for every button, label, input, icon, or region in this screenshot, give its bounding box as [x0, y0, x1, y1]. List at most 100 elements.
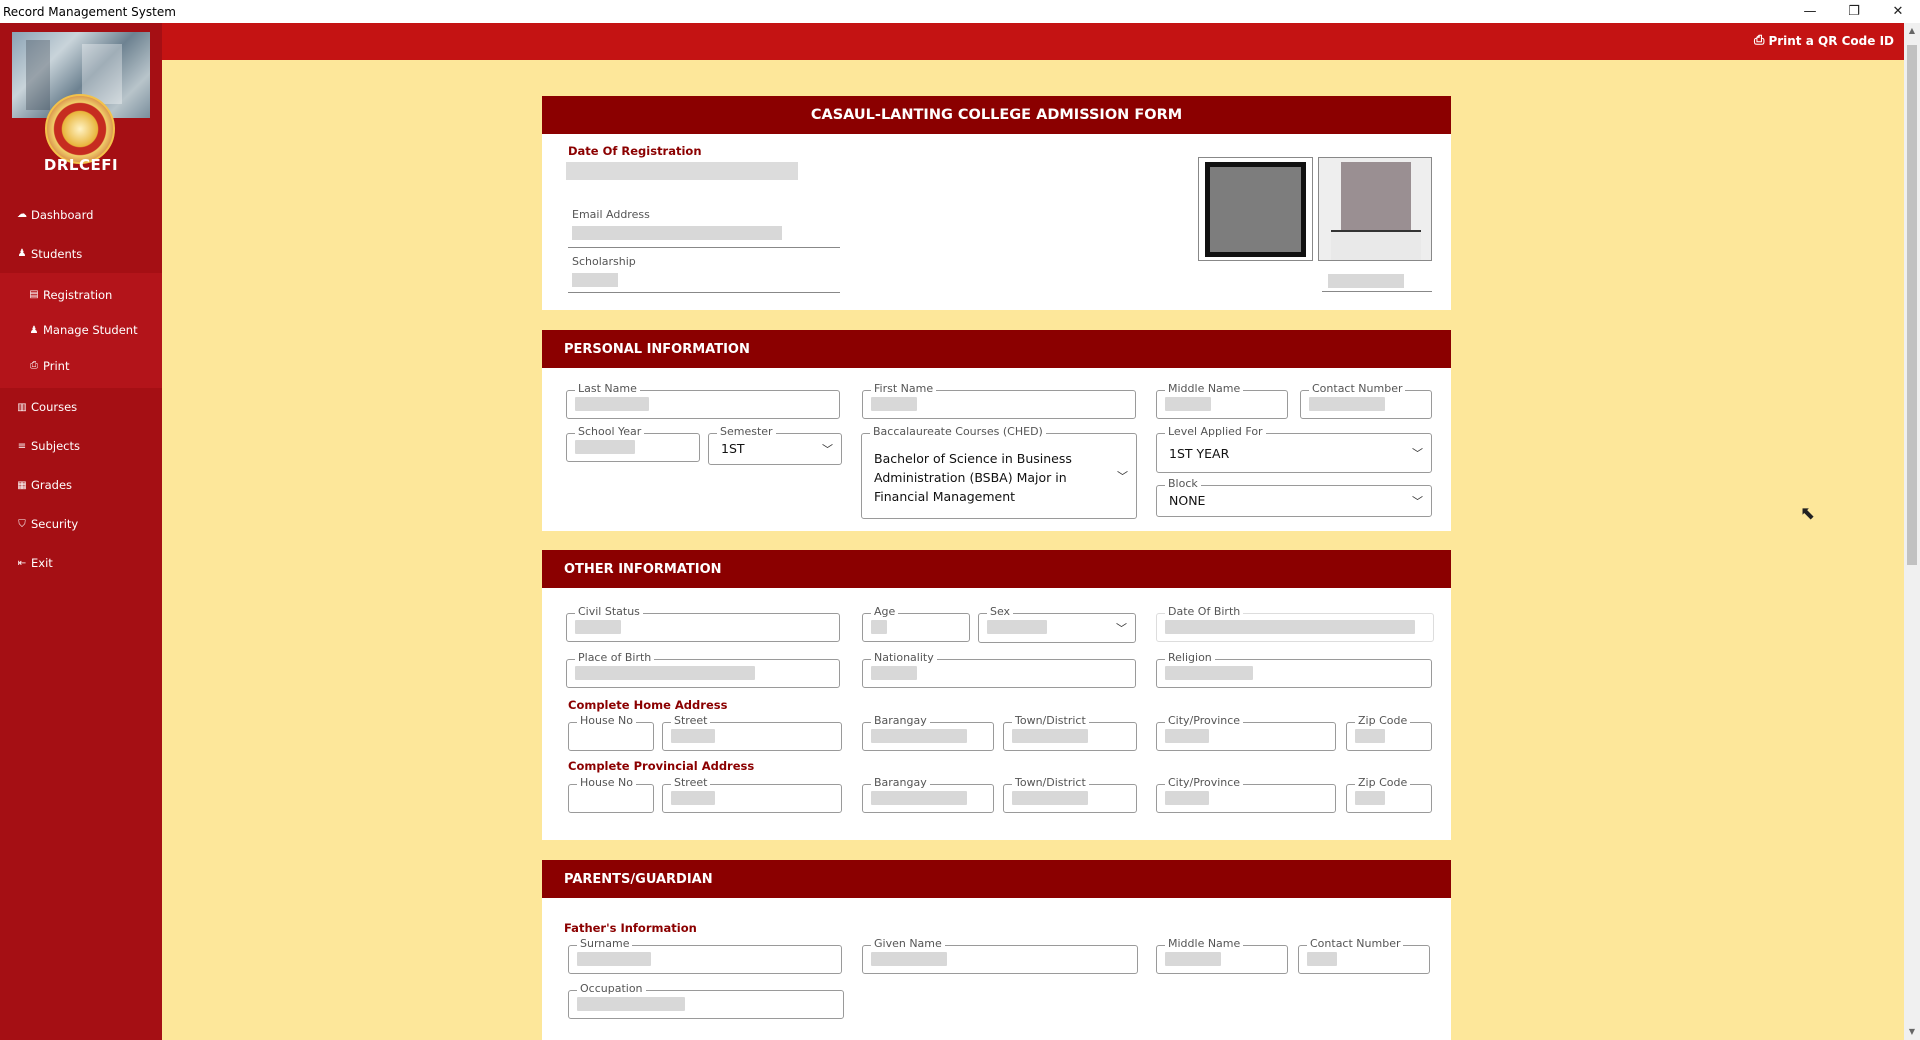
minimize-icon[interactable]: — — [1788, 0, 1832, 23]
home-house-no-input[interactable]: House No — [568, 714, 654, 751]
exit-icon: ⇤ — [17, 557, 27, 569]
sidebar-item-label: Subjects — [31, 439, 80, 453]
sex-select[interactable]: Sex ﹀ — [978, 605, 1136, 643]
home-barangay-input[interactable]: Barangay — [862, 714, 994, 751]
middle-name-input[interactable]: Middle Name — [1156, 382, 1288, 419]
personal-information-card: PERSONAL INFORMATION Last Name First Nam… — [542, 330, 1451, 531]
home-street-input[interactable]: Street — [662, 714, 842, 751]
scroll-up-icon[interactable]: ▲ — [1904, 23, 1920, 39]
chevron-down-icon: ﹀ — [1117, 470, 1128, 483]
father-contact-number-input[interactable]: Contact Number — [1298, 937, 1430, 974]
sidebar-item-label: Exit — [31, 556, 53, 570]
age-input[interactable]: Age — [862, 605, 970, 642]
qr-code-image — [1198, 157, 1313, 261]
father-occupation-input[interactable]: Occupation — [568, 982, 844, 1019]
home-city-input[interactable]: City/Province — [1156, 714, 1336, 751]
other-information-card: OTHER INFORMATION Civil Status Age Sex ﹀… — [542, 550, 1451, 840]
top-bar: ⎙ Print a QR Code ID — [162, 23, 1904, 60]
shield-icon: ⛉ — [18, 518, 26, 530]
sidebar-item-print[interactable]: ⎙ Print — [0, 348, 162, 384]
scholarship-field[interactable]: Scholarship — [568, 255, 840, 293]
book-icon: ▥ — [17, 401, 27, 413]
sidebar: DRLCEFI ☁ Dashboard ♟ Students ▤ Registr… — [0, 23, 162, 1040]
scroll-down-icon[interactable]: ▼ — [1904, 1024, 1920, 1040]
section-heading: PERSONAL INFORMATION — [542, 330, 1451, 368]
sidebar-item-students[interactable]: ♟ Students — [0, 234, 162, 273]
father-info-label: Father's Information — [564, 921, 697, 935]
father-middle-name-input[interactable]: Middle Name — [1156, 937, 1288, 974]
sidebar-item-exit[interactable]: ⇤ Exit — [0, 544, 162, 583]
last-name-input[interactable]: Last Name — [566, 382, 840, 419]
print-qr-label: Print a QR Code ID — [1768, 33, 1894, 48]
chevron-down-icon: ﹀ — [1412, 495, 1423, 508]
civil-status-input[interactable]: Civil Status — [566, 605, 840, 642]
father-given-name-input[interactable]: Given Name — [862, 937, 1138, 974]
religion-input[interactable]: Religion — [1156, 651, 1432, 688]
provincial-address-label: Complete Provincial Address — [568, 759, 755, 773]
course-select[interactable]: Baccalaureate Courses (CHED) Bachelor of… — [861, 425, 1137, 519]
students-submenu: ▤ Registration ♟ Manage Student ⎙ Print — [0, 273, 162, 388]
block-select[interactable]: Block NONE ﹀ — [1156, 477, 1432, 517]
prov-street-input[interactable]: Street — [662, 776, 842, 813]
dashboard-icon: ☁ — [17, 209, 27, 220]
list-icon: ≡ — [17, 440, 27, 452]
mouse-cursor-icon: ⬉ — [1800, 503, 1816, 524]
sidebar-item-security[interactable]: ⛉ Security — [0, 505, 162, 544]
prov-town-input[interactable]: Town/District — [1003, 776, 1137, 813]
student-id-field — [1322, 272, 1432, 292]
sidebar-item-label: Courses — [31, 400, 78, 414]
sidebar-item-label: Dashboard — [31, 207, 94, 222]
grades-icon: ▦ — [17, 479, 27, 491]
window-title-bar: Record Management System — ❐ ✕ — [0, 0, 1920, 23]
prov-barangay-input[interactable]: Barangay — [862, 776, 994, 813]
home-town-input[interactable]: Town/District — [1003, 714, 1137, 751]
print-icon: ⎙ — [1754, 33, 1765, 48]
parents-guardian-card: PARENTS/GUARDIAN Father's Information Su… — [542, 860, 1451, 1040]
sidebar-item-manage-student[interactable]: ♟ Manage Student — [0, 313, 162, 349]
sidebar-nav: ☁ Dashboard ♟ Students ▤ Registration ♟ … — [0, 195, 162, 583]
scrollbar-thumb[interactable] — [1907, 45, 1917, 565]
semester-select[interactable]: Semester 1ST ﹀ — [708, 425, 842, 465]
place-of-birth-input[interactable]: Place of Birth — [566, 651, 840, 688]
father-surname-input[interactable]: Surname — [568, 937, 842, 974]
sidebar-item-label: Security — [31, 517, 79, 531]
prov-zip-input[interactable]: Zip Code — [1346, 776, 1432, 813]
prov-city-input[interactable]: City/Province — [1156, 776, 1336, 813]
course-value: Bachelor of Science in Business Administ… — [874, 451, 1072, 504]
chevron-down-icon: ﹀ — [822, 443, 833, 456]
prov-house-no-input[interactable]: House No — [568, 776, 654, 813]
logo — [12, 32, 150, 164]
school-year-input[interactable]: School Year — [566, 425, 700, 462]
nationality-input[interactable]: Nationality — [862, 651, 1136, 688]
form-icon: ▤ — [29, 289, 39, 301]
sidebar-item-registration[interactable]: ▤ Registration — [0, 277, 162, 313]
first-name-input[interactable]: First Name — [862, 382, 1136, 419]
user-icon: ♟ — [17, 248, 27, 259]
college-seal-icon — [45, 94, 115, 164]
chevron-down-icon: ﹀ — [1116, 622, 1127, 635]
sidebar-item-grades[interactable]: ▦ Grades — [0, 466, 162, 505]
print-icon: ⎙ — [30, 360, 38, 372]
sidebar-item-courses[interactable]: ▥ Courses — [0, 388, 162, 427]
section-heading: OTHER INFORMATION — [542, 550, 1451, 588]
sidebar-item-label: Grades — [31, 478, 73, 492]
sidebar-item-subjects[interactable]: ≡ Subjects — [0, 427, 162, 466]
chevron-down-icon: ﹀ — [1412, 447, 1423, 460]
print-qr-button[interactable]: ⎙ Print a QR Code ID — [1754, 33, 1894, 48]
close-icon[interactable]: ✕ — [1876, 0, 1920, 23]
sidebar-item-dashboard[interactable]: ☁ Dashboard — [0, 195, 162, 234]
restore-icon[interactable]: ❐ — [1832, 0, 1876, 23]
vertical-scrollbar[interactable]: ▲ ▼ — [1904, 23, 1920, 1040]
brand-name: DRLCEFI — [43, 156, 119, 174]
home-zip-input[interactable]: Zip Code — [1346, 714, 1432, 751]
sidebar-item-label: Manage Student — [43, 323, 138, 338]
date-of-birth-input[interactable]: Date Of Birth — [1156, 605, 1434, 642]
user-edit-icon: ♟ — [29, 324, 39, 336]
date-of-registration-label: Date Of Registration — [568, 144, 702, 158]
level-applied-select[interactable]: Level Applied For 1ST YEAR ﹀ — [1156, 425, 1432, 473]
sidebar-item-label: Print — [43, 358, 70, 373]
contact-number-input[interactable]: Contact Number — [1300, 382, 1432, 419]
sidebar-item-label: Registration — [43, 287, 113, 302]
email-field[interactable]: Email Address — [568, 208, 840, 248]
date-of-registration-value — [566, 162, 798, 180]
